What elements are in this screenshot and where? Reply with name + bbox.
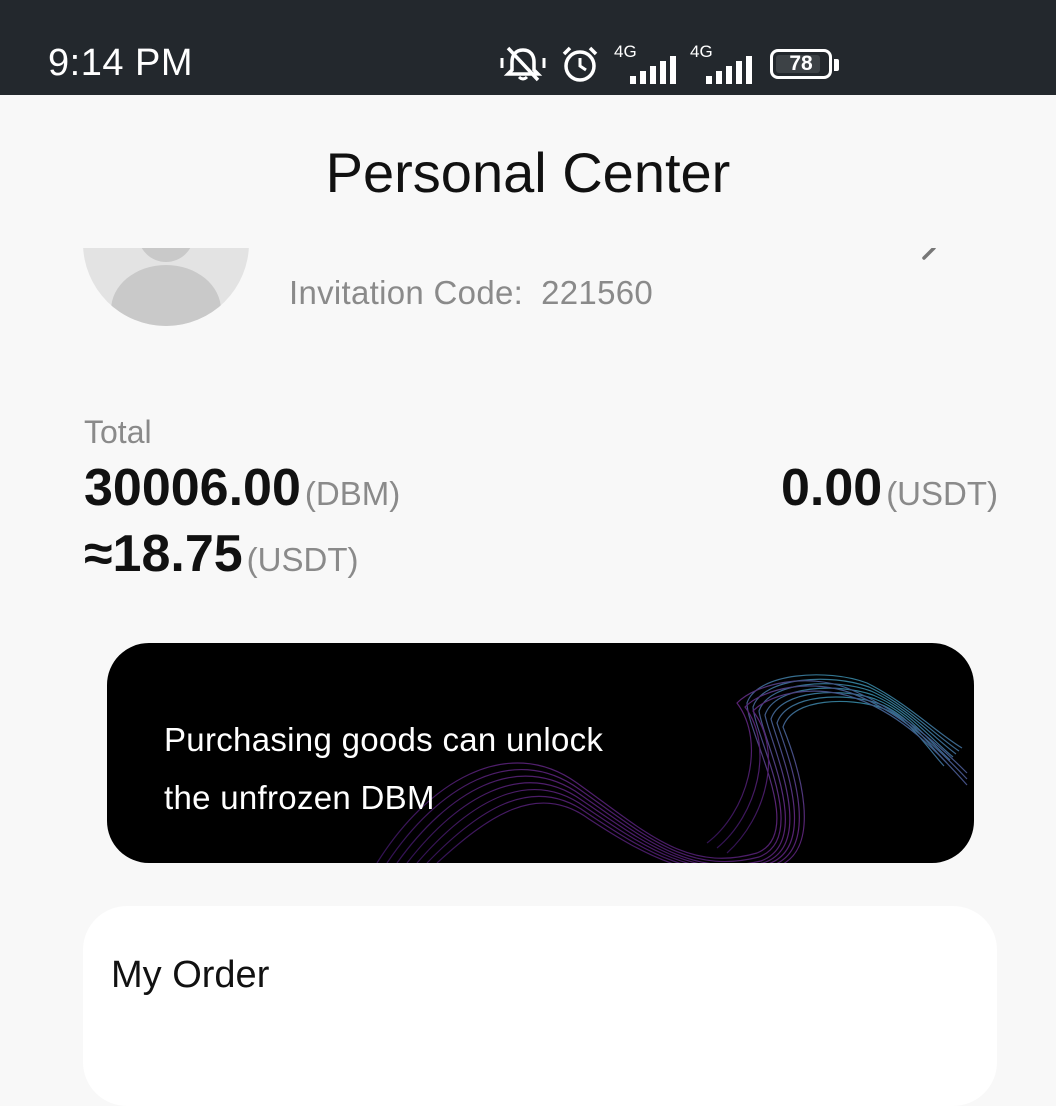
page-title: Personal Center bbox=[325, 141, 731, 204]
banner-line-2: the unfrozen DBM bbox=[164, 779, 435, 816]
usdt-amount: 0.00 bbox=[780, 459, 883, 517]
status-time: 9:14 PM bbox=[48, 42, 194, 84]
usdt-balance: 0.00 (USDT) bbox=[781, 458, 998, 518]
dbm-balance: 30006.00 (DBM) bbox=[84, 458, 400, 518]
total-label: Total bbox=[84, 414, 152, 450]
banner-line-1: Purchasing goods can unlock bbox=[164, 721, 604, 758]
status-icons: 4G 4G 78 bbox=[500, 42, 839, 86]
usdt-unit: (USDT) bbox=[886, 475, 998, 512]
battery-icon: 78 bbox=[770, 49, 839, 79]
bell-muted-icon bbox=[500, 44, 546, 84]
avatar[interactable] bbox=[83, 248, 249, 326]
status-bar: 9:14 PM 4G 4G 78 bbox=[0, 0, 1056, 95]
signal-icon: 4G bbox=[614, 42, 676, 84]
promo-banner[interactable]: Purchasing goods can unlock the unfrozen… bbox=[107, 643, 974, 863]
approx-usdt-balance: ≈18.75 (USDT) bbox=[84, 524, 358, 584]
my-order-card: My Order bbox=[83, 906, 997, 1106]
dbm-amount: 30006.00 bbox=[84, 459, 301, 517]
dbm-unit: (DBM) bbox=[304, 475, 401, 512]
banner-text: Purchasing goods can unlock the unfrozen… bbox=[164, 711, 603, 827]
profile-section: Invitation Code: 221560 bbox=[0, 248, 1056, 338]
approx-usdt-unit: (USDT) bbox=[246, 541, 359, 578]
alarm-icon bbox=[560, 44, 600, 84]
approx-usdt-amount: ≈18.75 bbox=[84, 525, 243, 583]
chevron-right-icon[interactable] bbox=[918, 248, 942, 267]
invitation-code-label: Invitation Code: bbox=[289, 274, 524, 311]
invitation-code-value: 221560 bbox=[541, 274, 654, 311]
battery-level: 78 bbox=[789, 52, 813, 75]
signal-icon: 4G bbox=[690, 42, 752, 84]
my-order-title: My Order bbox=[111, 954, 270, 996]
invitation-code-row: Invitation Code: 221560 bbox=[289, 274, 653, 312]
